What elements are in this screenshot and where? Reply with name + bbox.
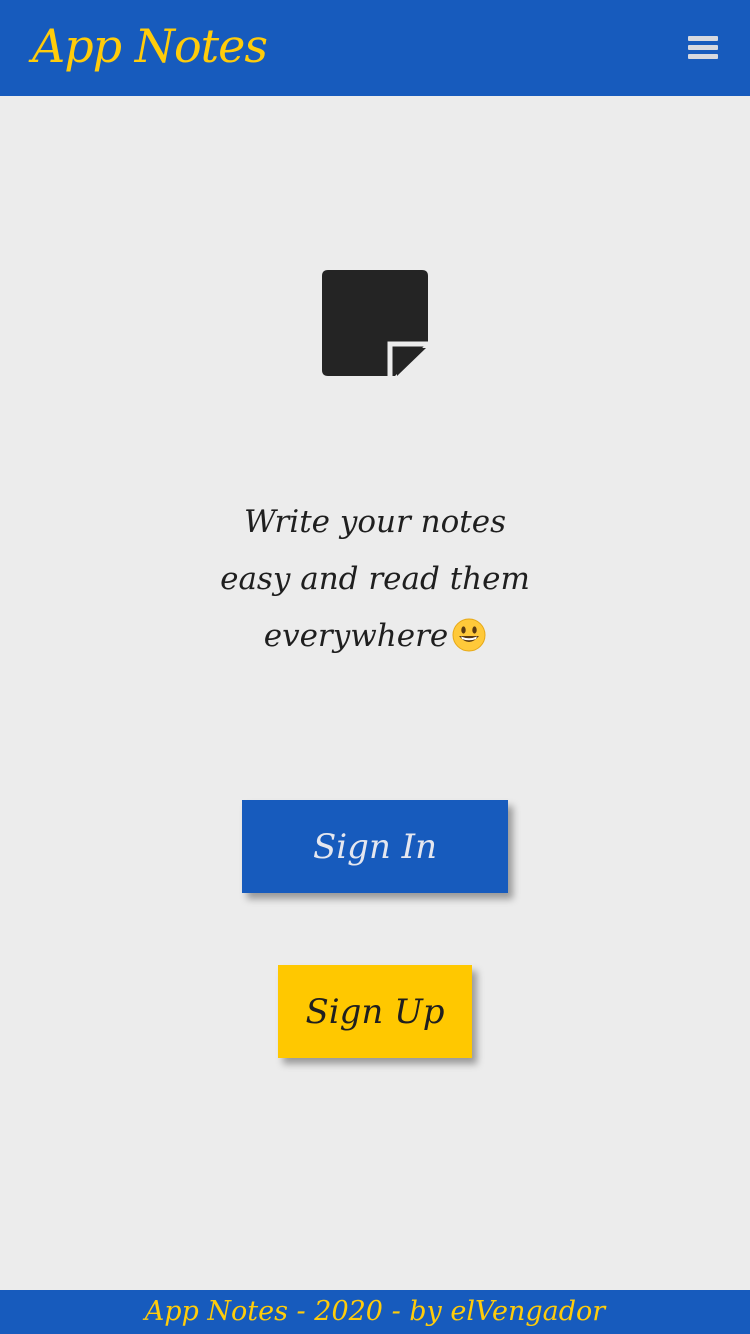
sign-up-button[interactable]: Sign Up (278, 965, 472, 1058)
tagline: Write your notes easy and read them ever… (150, 494, 600, 665)
tagline-line-last: everywhere (150, 608, 600, 665)
hamburger-menu-icon[interactable] (688, 34, 718, 62)
menu-bar (688, 45, 718, 50)
app-title[interactable]: App Notes (32, 14, 268, 78)
menu-bar (688, 54, 718, 59)
menu-bar (688, 36, 718, 41)
footer-text: App Notes - 2020 - by elVengador (144, 1296, 606, 1327)
sign-in-button[interactable]: Sign In (242, 800, 508, 893)
sticky-note-icon (322, 270, 428, 376)
tagline-line: everywhere (263, 618, 449, 654)
app-header: App Notes (0, 0, 750, 96)
smiley-emoji-icon (452, 618, 486, 651)
tagline-line: easy and read them (220, 561, 530, 597)
app-footer: App Notes - 2020 - by elVengador (0, 1290, 750, 1334)
tagline-line: Write your notes (243, 504, 507, 540)
